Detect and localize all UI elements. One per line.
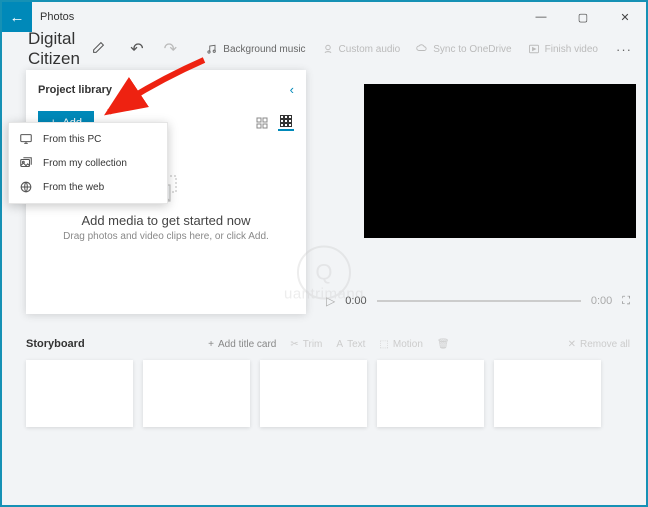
timeline-track[interactable] [377, 300, 581, 302]
collapse-library-icon[interactable]: ‹ [290, 82, 294, 97]
custom-audio-label: Custom audio [339, 44, 401, 55]
titlebar: ← Photos — ▢ ✕ [2, 2, 646, 32]
custom-audio-button[interactable]: Custom audio [318, 43, 405, 55]
window-controls: — ▢ ✕ [520, 2, 646, 32]
storyboard-cards [26, 360, 630, 427]
storyboard-slot[interactable] [377, 360, 484, 427]
storyboard-slot[interactable] [260, 360, 367, 427]
finish-video-button[interactable]: Finish video [524, 43, 602, 55]
current-time: 0:00 [345, 295, 366, 307]
back-button[interactable]: ← [2, 2, 32, 32]
play-button[interactable]: ▷ [326, 294, 335, 308]
menu-from-web-label: From the web [43, 182, 104, 193]
fullscreen-button[interactable]: ⛶ [622, 295, 630, 308]
sync-onedrive-label: Sync to OneDrive [433, 44, 511, 55]
remove-all-button: ✕ Remove all [568, 339, 630, 350]
player-controls: ▷ 0:00 0:00 ⛶ [320, 294, 636, 308]
library-title: Project library [38, 84, 112, 96]
redo-button: ↷ [158, 39, 183, 59]
video-preview[interactable] [364, 84, 636, 238]
more-options-button[interactable]: ··· [610, 42, 638, 57]
empty-title: Add media to get started now [38, 213, 294, 228]
storyboard-slot[interactable] [143, 360, 250, 427]
storyboard-title: Storyboard [26, 338, 85, 350]
preview-panel: ▷ 0:00 0:00 ⛶ [320, 70, 636, 314]
background-music-button[interactable]: Background music [202, 43, 309, 55]
trim-button: ✂Trim [290, 339, 322, 350]
app-title: Photos [40, 11, 520, 23]
undo-button[interactable]: ↶ [124, 39, 149, 59]
menu-from-the-web[interactable]: From the web [9, 175, 167, 199]
grid-view-large-icon[interactable] [278, 115, 294, 131]
delete-button: 🗑 [437, 339, 450, 350]
project-title: Digital Citizen [28, 29, 80, 69]
total-time: 0:00 [591, 295, 612, 307]
edit-title-icon[interactable] [92, 41, 105, 57]
storyboard-slot[interactable] [494, 360, 601, 427]
project-library-panel: Project library ‹ + Add [26, 70, 306, 314]
menu-from-pc-label: From this PC [43, 134, 101, 145]
grid-view-small-icon[interactable] [254, 115, 270, 131]
menu-from-collection-label: From my collection [43, 158, 127, 169]
remove-all-label: Remove all [580, 339, 630, 350]
storyboard-section: Storyboard + Add title card ✂Trim AText … [2, 328, 646, 427]
close-button[interactable]: ✕ [604, 2, 646, 32]
motion-button: ⬚Motion [379, 339, 422, 350]
menu-from-my-collection[interactable]: From my collection [9, 151, 167, 175]
minimize-button[interactable]: — [520, 2, 562, 32]
add-dropdown-menu: From this PC From my collection From the… [8, 122, 168, 204]
main-area: Project library ‹ + Add [2, 66, 646, 328]
maximize-button[interactable]: ▢ [562, 2, 604, 32]
finish-video-label: Finish video [545, 44, 598, 55]
menu-from-this-pc[interactable]: From this PC [9, 127, 167, 151]
sync-onedrive-button[interactable]: Sync to OneDrive [412, 43, 515, 55]
add-title-card-label: Add title card [218, 339, 276, 350]
background-music-label: Background music [223, 44, 305, 55]
storyboard-slot[interactable] [26, 360, 133, 427]
header-row: Digital Citizen ↶ ↷ Background music Cus… [2, 32, 646, 66]
empty-subtitle: Drag photos and video clips here, or cli… [38, 231, 294, 242]
add-title-card-button[interactable]: + Add title card [208, 339, 276, 350]
plus-icon: + [208, 339, 214, 350]
text-button: AText [336, 339, 365, 350]
